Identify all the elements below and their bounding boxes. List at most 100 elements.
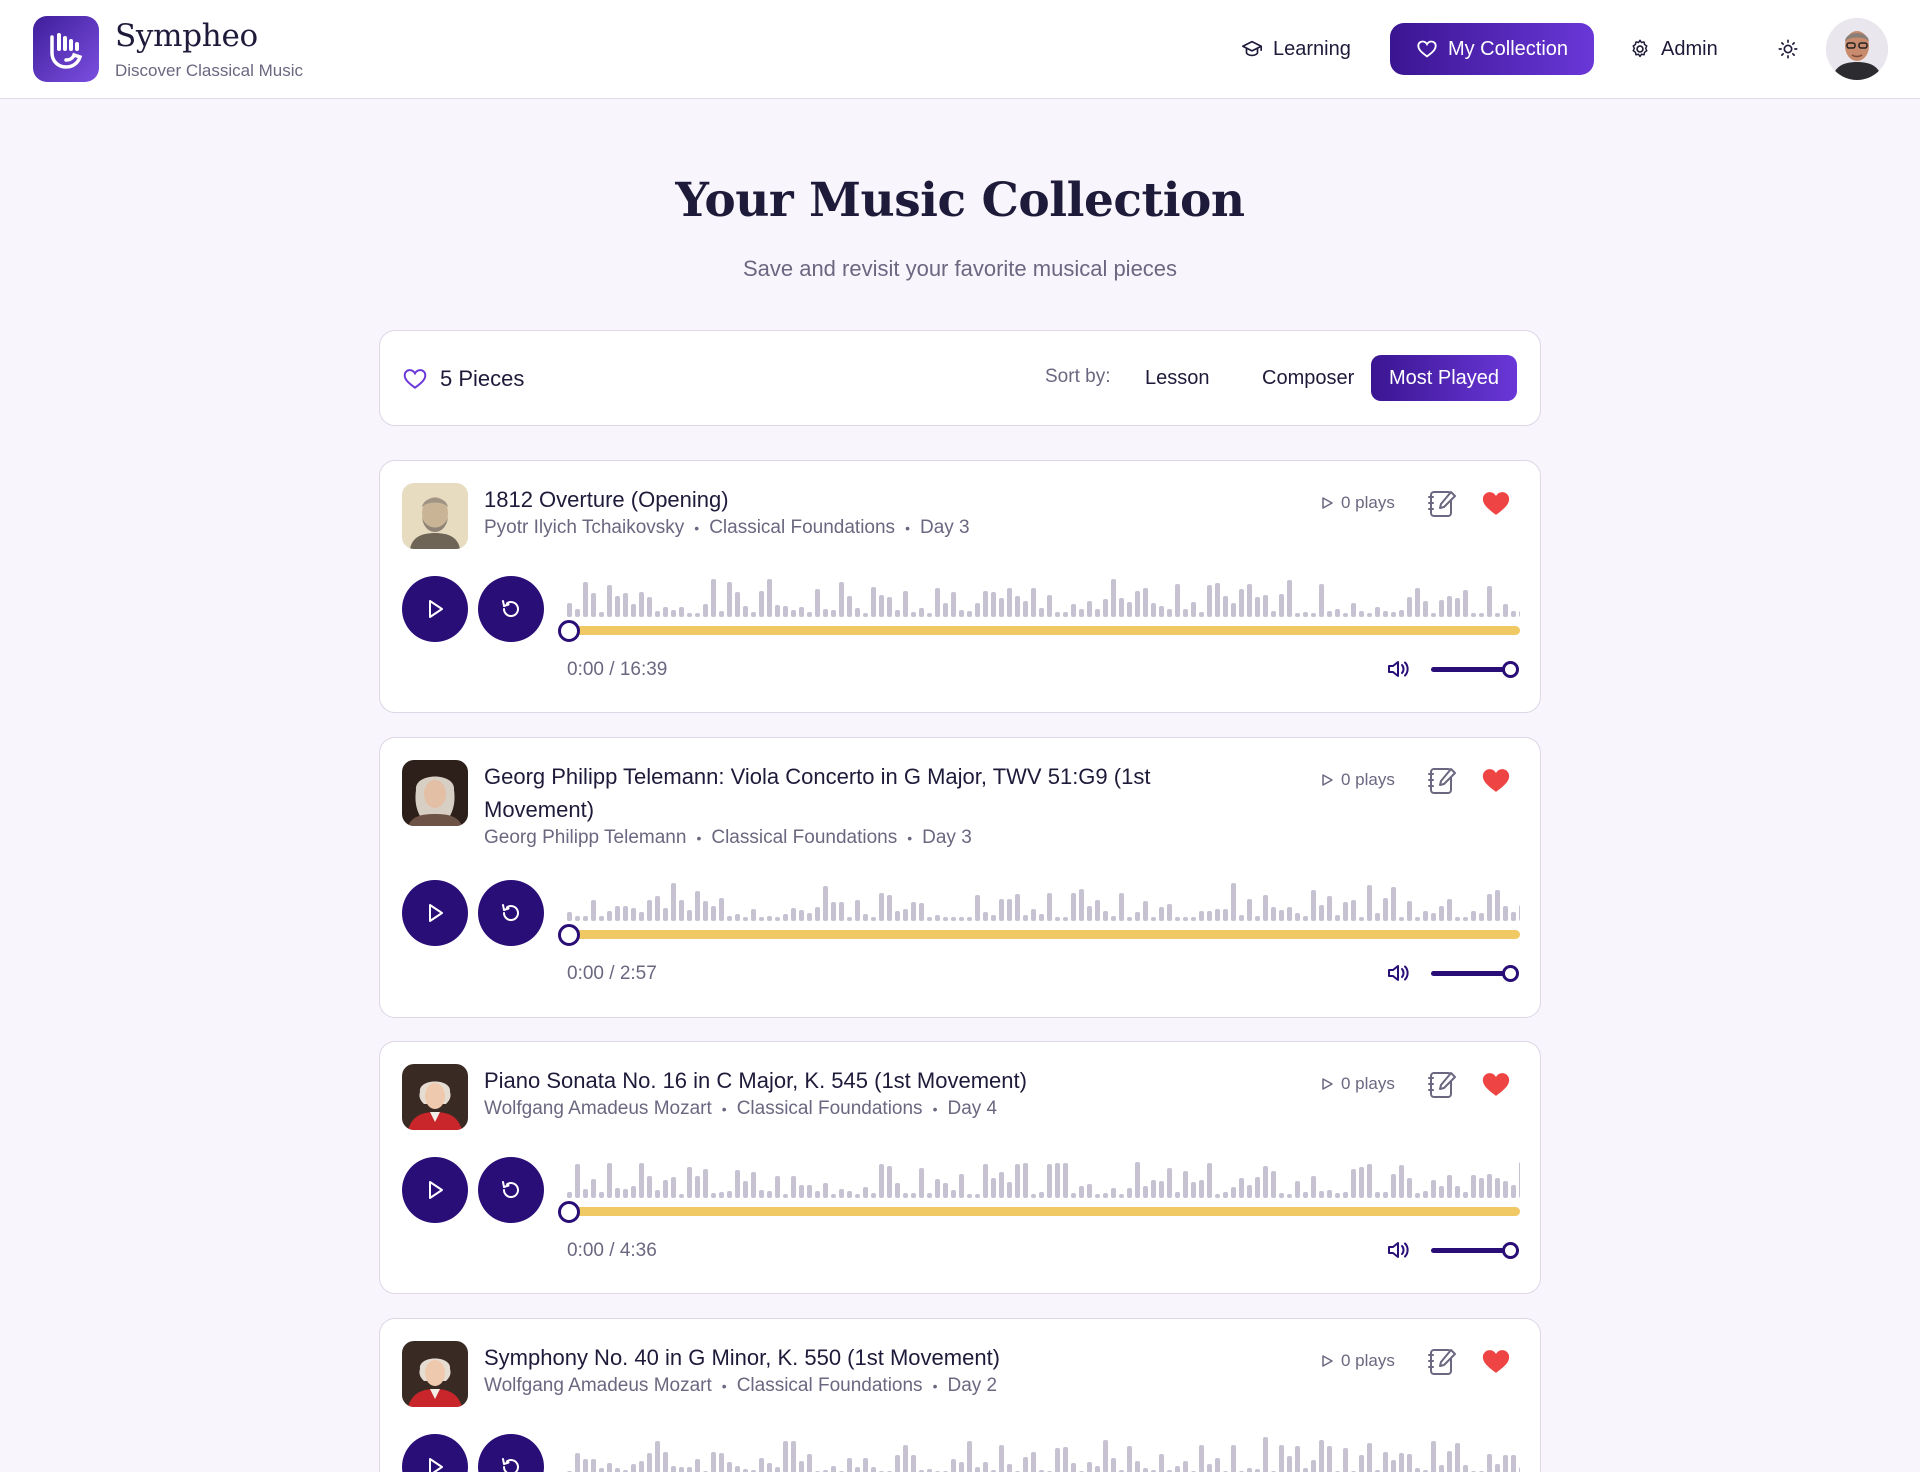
waveform-bar — [671, 883, 676, 921]
waveform-bar — [1367, 885, 1372, 921]
play-button[interactable] — [402, 1157, 468, 1223]
favorite-heart-button[interactable] — [1481, 489, 1511, 517]
waveform-bar — [1415, 1193, 1420, 1198]
volume-icon[interactable] — [1386, 962, 1412, 984]
waveform-bar — [631, 604, 636, 617]
restart-button[interactable] — [478, 880, 544, 946]
waveform-bar — [1279, 1445, 1284, 1472]
nav-learning[interactable]: Learning — [1241, 23, 1351, 75]
waveform-bar — [1127, 1188, 1132, 1198]
waveform-bar — [743, 606, 748, 617]
waveform-bar — [1135, 1461, 1140, 1472]
progress-scrubber[interactable] — [558, 1201, 580, 1223]
waveform-bar — [1167, 609, 1172, 617]
waveform-bar — [1279, 910, 1284, 921]
waveform-bar — [1511, 1185, 1516, 1198]
waveform-bar — [599, 612, 604, 617]
waveform-bar — [1071, 1463, 1076, 1472]
favorite-heart-button[interactable] — [1481, 766, 1511, 794]
waveform-bar — [991, 915, 996, 921]
volume-icon[interactable] — [1386, 1239, 1412, 1261]
waveform-bar — [1455, 598, 1460, 617]
favorite-heart-button[interactable] — [1481, 1070, 1511, 1098]
waveform-bar — [1503, 604, 1508, 617]
waveform-bar — [903, 909, 908, 921]
sort-most-played-button[interactable]: Most Played — [1371, 355, 1517, 401]
waveform-bar — [1367, 1164, 1372, 1198]
restart-button[interactable] — [478, 1157, 544, 1223]
waveform-bar — [1111, 1188, 1116, 1198]
restart-button[interactable] — [478, 576, 544, 642]
time-readout: 0:00 / 16:39 — [567, 659, 668, 680]
nav-my-collection[interactable]: My Collection — [1390, 23, 1594, 75]
waveform-bar — [1031, 588, 1036, 617]
progress-scrubber[interactable] — [558, 924, 580, 946]
volume-slider[interactable] — [1431, 1248, 1511, 1253]
volume-slider[interactable] — [1431, 667, 1511, 672]
theme-toggle-button[interactable] — [1771, 32, 1805, 66]
waveform-bar — [751, 1172, 756, 1198]
waveform-bar — [767, 1191, 772, 1198]
waveform-bar — [615, 1188, 620, 1198]
app-logo[interactable] — [33, 16, 99, 82]
waveform-bar — [1191, 1182, 1196, 1198]
waveform-bar — [807, 1185, 812, 1198]
waveform-bar — [975, 1194, 980, 1198]
sort-lesson-button[interactable]: Lesson — [1129, 355, 1226, 401]
progress-bar[interactable] — [567, 1207, 1520, 1216]
favorite-heart-button[interactable] — [1481, 1347, 1511, 1375]
volume-thumb[interactable] — [1502, 965, 1519, 982]
play-button[interactable] — [402, 880, 468, 946]
waveform-bar — [1399, 610, 1404, 617]
progress-bar[interactable] — [567, 930, 1520, 939]
waveform-bar — [1279, 594, 1284, 617]
volume-icon[interactable] — [1386, 658, 1412, 680]
play-button[interactable] — [402, 1434, 468, 1472]
waveform-bar — [1055, 1163, 1060, 1198]
user-avatar[interactable] — [1826, 18, 1888, 80]
waveform-bar — [1063, 612, 1068, 617]
volume-thumb[interactable] — [1502, 661, 1519, 678]
waveform-bar — [1055, 1448, 1060, 1472]
waveform-bar — [1071, 604, 1076, 617]
waveform-bar — [935, 1179, 940, 1198]
progress-scrubber[interactable] — [558, 620, 580, 642]
waveform-bar — [1103, 599, 1108, 617]
restart-button[interactable] — [478, 1434, 544, 1472]
waveform-bar — [863, 1187, 868, 1198]
notes-button[interactable] — [1426, 487, 1458, 519]
volume-thumb[interactable] — [1502, 1242, 1519, 1259]
gear-icon — [1632, 39, 1648, 58]
waveform-bar — [807, 612, 812, 617]
notes-button[interactable] — [1426, 764, 1458, 796]
sort-composer-button[interactable]: Composer — [1246, 355, 1370, 401]
waveform-bar — [807, 913, 812, 921]
waveform-bar — [1279, 1193, 1284, 1198]
waveform — [567, 579, 1520, 617]
waveform-bar — [775, 605, 780, 617]
progress-bar[interactable] — [567, 626, 1520, 635]
waveform-bar — [855, 1467, 860, 1472]
nav-collection-label: My Collection — [1447, 37, 1569, 60]
waveform-bar — [927, 1193, 932, 1198]
waveform-bar — [1215, 1458, 1220, 1472]
waveform-bar — [863, 613, 868, 617]
waveform-bar — [1375, 607, 1380, 617]
volume-slider[interactable] — [1431, 971, 1511, 976]
heart-filled-icon — [1482, 769, 1510, 792]
waveform-bar — [1207, 1163, 1212, 1198]
notes-button[interactable] — [1426, 1068, 1458, 1100]
waveform-bar — [1183, 1171, 1188, 1198]
graduation-cap-icon — [1242, 40, 1262, 57]
play-count-label: 0 plays — [1341, 770, 1395, 789]
waveform-bar — [823, 886, 828, 921]
waveform-bar — [1103, 911, 1108, 921]
play-button[interactable] — [402, 576, 468, 642]
waveform-bar — [687, 613, 692, 617]
notes-button[interactable] — [1426, 1345, 1458, 1377]
waveform-bar — [1231, 1445, 1236, 1472]
waveform-bar — [967, 611, 972, 617]
waveform-bar — [615, 1468, 620, 1472]
waveform-bar — [895, 1183, 900, 1198]
nav-admin[interactable]: Admin — [1629, 23, 1718, 75]
